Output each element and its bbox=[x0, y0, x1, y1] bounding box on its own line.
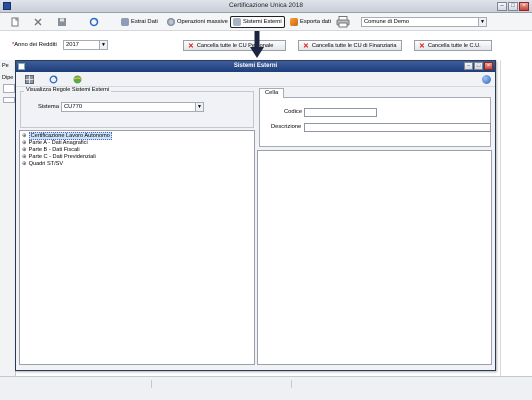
grid-icon[interactable] bbox=[25, 75, 34, 84]
bulk-operations-button[interactable]: Operazioni massive bbox=[165, 16, 230, 28]
entity-select[interactable]: Comune di Demo ▼ bbox=[361, 17, 487, 27]
background-panel bbox=[0, 60, 16, 390]
x-icon: ✕ bbox=[303, 42, 309, 50]
maximize-button[interactable]: □ bbox=[508, 2, 518, 11]
dialog-controls: – □ × bbox=[464, 62, 493, 70]
main-toolbar: Estrai Dati Operazioni massive Sistemi E… bbox=[0, 13, 532, 31]
rules-tree: ⊕ Certificazione Lavoro Autonomo ⊕ Parte… bbox=[19, 130, 255, 365]
dialog-minimize-button[interactable]: – bbox=[464, 62, 473, 70]
code-label: Codice bbox=[284, 109, 303, 115]
background-field[interactable] bbox=[3, 97, 15, 103]
delete-all-cu-button[interactable]: ✕ Cancella tutte le C.U. bbox=[414, 40, 492, 51]
main-title-bar: Certificazione Unica 2018 – □ × bbox=[0, 0, 532, 13]
globe-icon[interactable] bbox=[73, 75, 82, 84]
system-select[interactable]: CU770 ▼ bbox=[61, 102, 204, 112]
background-tab[interactable]: Pe bbox=[2, 63, 9, 69]
extract-data-label: Estrai Dati bbox=[131, 19, 158, 25]
delete-financial-cu-button[interactable]: ✕ Cancella tutte le CU di Finanziaria bbox=[298, 40, 402, 51]
chevron-down-icon[interactable]: ▼ bbox=[195, 103, 203, 111]
extract-data-button[interactable]: Estrai Dati bbox=[119, 16, 160, 28]
year-label: *Anno dei Redditi bbox=[12, 42, 57, 48]
code-input[interactable] bbox=[304, 108, 377, 117]
refresh-icon[interactable] bbox=[49, 75, 58, 84]
bulk-operations-label: Operazioni massive bbox=[177, 19, 228, 25]
external-systems-dialog: Sistemi Esterni – □ × Visualizza Regole … bbox=[15, 60, 496, 371]
export-icon bbox=[290, 18, 298, 26]
dialog-maximize-button[interactable]: □ bbox=[474, 62, 483, 70]
gear-icon bbox=[167, 18, 175, 26]
export-data-button[interactable]: Esporta dati bbox=[288, 16, 333, 28]
background-label: Dipe bbox=[2, 75, 14, 81]
external-systems-button[interactable]: Sistemi Esterni bbox=[230, 16, 285, 28]
status-bar bbox=[0, 376, 532, 400]
printer-icon[interactable] bbox=[336, 16, 350, 28]
dialog-close-button[interactable]: × bbox=[484, 62, 493, 70]
cell-tab-panel: Codice Descrizione bbox=[259, 97, 491, 147]
expand-icon[interactable]: ⊕ bbox=[22, 161, 27, 167]
year-label-text: Anno dei Redditi bbox=[14, 42, 57, 48]
delete-financial-cu-label: Cancella tutte le CU di Finanziaria bbox=[311, 42, 397, 49]
export-data-label: Esporta dati bbox=[300, 19, 331, 25]
delete-personal-cu-button[interactable]: ✕ Cancella tutte le CU Personale bbox=[183, 40, 286, 51]
x-icon: ✕ bbox=[419, 42, 425, 50]
minimize-button[interactable]: – bbox=[497, 2, 507, 11]
dialog-title: Sistemi Esterni bbox=[233, 63, 278, 69]
tree-item-label: Quadri ST/SV bbox=[28, 161, 64, 167]
year-select-value: 2017 bbox=[66, 42, 79, 48]
window-title: Certificazione Unica 2018 bbox=[228, 2, 304, 9]
refresh-icon[interactable] bbox=[89, 17, 99, 27]
description-input[interactable] bbox=[304, 123, 491, 132]
year-select[interactable]: 2017 ▼ bbox=[63, 40, 108, 50]
detail-panel bbox=[257, 150, 492, 365]
chevron-down-icon[interactable]: ▼ bbox=[99, 41, 107, 49]
system-select-value: CU770 bbox=[64, 104, 83, 110]
tree-item[interactable]: ⊕ Quadri ST/SV bbox=[22, 160, 63, 168]
system-label: Sistema bbox=[38, 104, 59, 110]
help-icon[interactable] bbox=[482, 75, 491, 84]
background-right-panel bbox=[500, 60, 532, 376]
delete-icon[interactable] bbox=[33, 17, 43, 27]
entity-select-value: Comune di Demo bbox=[364, 19, 410, 25]
save-icon[interactable] bbox=[57, 17, 67, 27]
link-icon bbox=[233, 18, 241, 26]
x-icon: ✕ bbox=[188, 42, 194, 50]
new-icon[interactable] bbox=[10, 17, 20, 27]
window-controls: – □ × bbox=[497, 2, 529, 11]
delete-all-cu-label: Cancella tutte le C.U. bbox=[427, 42, 481, 49]
chevron-down-icon[interactable]: ▼ bbox=[478, 18, 486, 26]
dialog-title-bar: Sistemi Esterni – □ × bbox=[16, 61, 495, 72]
background-field[interactable] bbox=[3, 84, 15, 93]
arrow-down-icon bbox=[250, 31, 264, 58]
extract-icon bbox=[121, 18, 129, 26]
dialog-toolbar bbox=[16, 72, 495, 87]
status-segment bbox=[152, 380, 292, 388]
rules-group-title: Visualizza Regole Sistemi Esterni bbox=[24, 87, 112, 93]
close-button[interactable]: × bbox=[519, 2, 529, 11]
cell-tabs: Codice Descrizione Cella bbox=[259, 88, 491, 147]
description-label: Descrizione bbox=[271, 124, 302, 130]
status-segment bbox=[6, 380, 152, 388]
external-systems-label: Sistemi Esterni bbox=[243, 19, 282, 25]
tab-cella[interactable]: Cella bbox=[259, 88, 285, 98]
